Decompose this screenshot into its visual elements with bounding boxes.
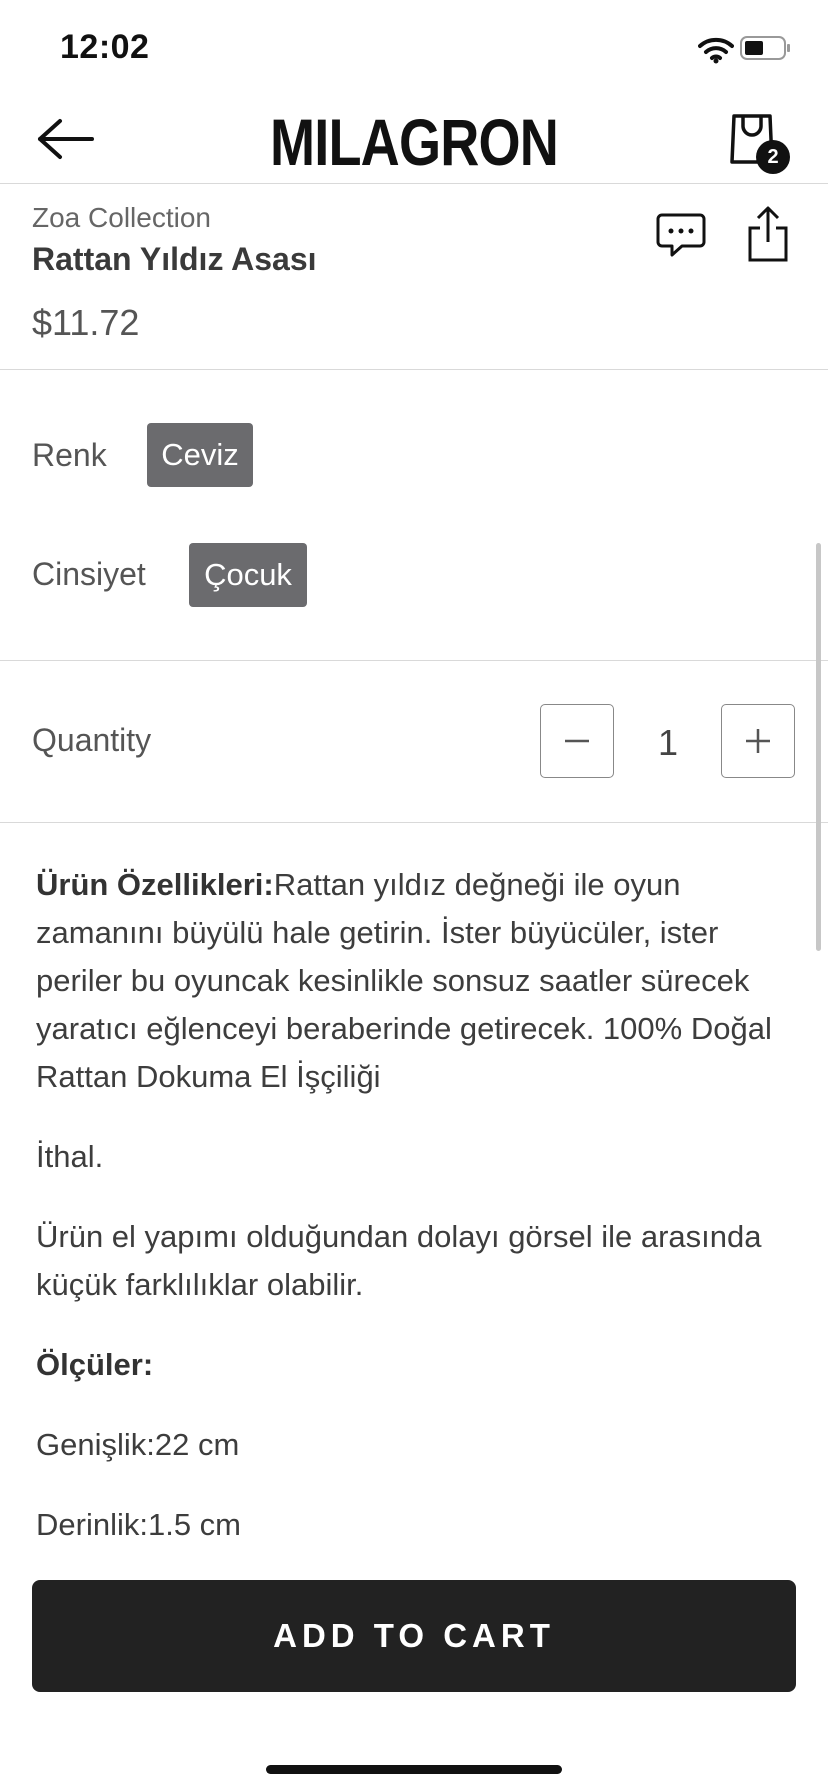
quantity-increase-button[interactable] (721, 704, 795, 778)
dimension-width: Genişlik:22 cm (36, 1427, 240, 1462)
cart-count-badge: 2 (756, 140, 790, 174)
header-divider (0, 183, 828, 184)
collection-name[interactable]: Zoa Collection (32, 202, 211, 234)
dimensions-title-text: Ölçüler: (36, 1347, 154, 1382)
handmade-note: Ürün el yapımı olduğundan dolayı görsel … (36, 1219, 762, 1302)
share-icon[interactable] (746, 206, 790, 262)
add-to-cart-button[interactable]: ADD TO CART (32, 1580, 796, 1692)
section-divider (0, 369, 828, 370)
color-option-chip[interactable]: Ceviz (147, 423, 253, 487)
gender-label: Cinsiyet (32, 556, 146, 592)
imported-note: İthal. (36, 1139, 104, 1174)
plus-icon (746, 729, 770, 753)
product-title: Rattan Yıldız Asası (32, 241, 317, 277)
section-divider (0, 660, 828, 661)
minus-icon (565, 739, 589, 743)
wifi-icon (698, 37, 734, 64)
dimension-depth: Derinlik:1.5 cm (36, 1507, 241, 1542)
scrollbar[interactable] (816, 543, 821, 951)
home-indicator[interactable] (266, 1765, 562, 1774)
status-time: 12:02 (60, 28, 150, 66)
gender-option-chip[interactable]: Çocuk (189, 543, 307, 607)
dimensions-title: Ölçüler: (36, 1341, 796, 1389)
product-price: $11.72 (32, 302, 140, 343)
battery-icon (740, 36, 790, 60)
quantity-value: 1 (657, 722, 679, 763)
section-divider (0, 822, 828, 823)
brand-logo[interactable]: MILAGRON (75, 104, 754, 180)
color-label: Renk (32, 437, 107, 473)
features-title: Ürün Özellikleri: (36, 867, 274, 902)
chat-icon[interactable] (656, 212, 706, 258)
quantity-label: Quantity (32, 722, 152, 758)
quantity-decrease-button[interactable] (540, 704, 614, 778)
features-paragraph: Ürün Özellikleri:Rattan yıldız değneği i… (36, 861, 796, 1101)
